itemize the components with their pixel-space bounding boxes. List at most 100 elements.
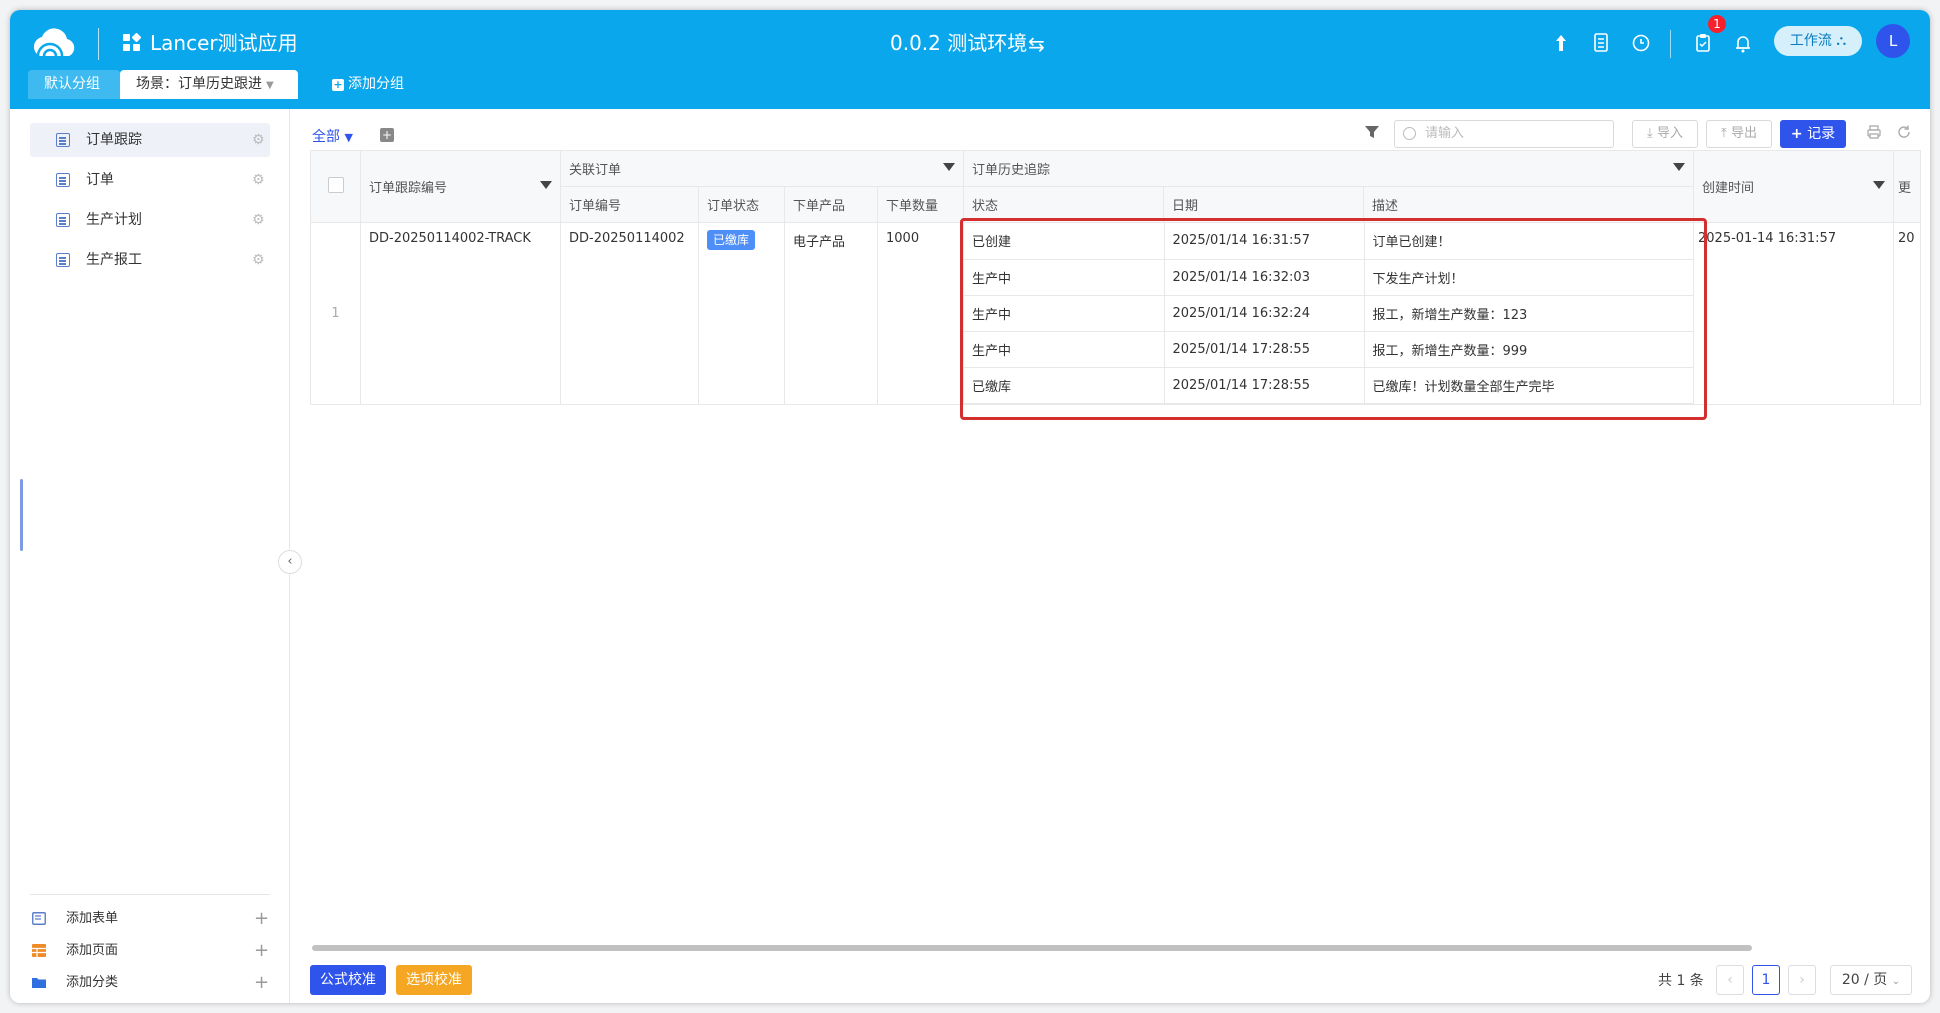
column-header-history-date[interactable]: 日期	[1163, 186, 1365, 223]
plus-icon[interactable]: +	[254, 937, 269, 965]
option-check-button[interactable]: 选项校准	[396, 965, 472, 995]
print-icon[interactable]	[1866, 124, 1882, 144]
history-status[interactable]: 已缴库	[964, 367, 1165, 404]
bell-icon[interactable]	[1730, 30, 1756, 56]
history-row[interactable]: 已缴库 2025/01/14 17:28:55 已缴库！计划数量全部生产完毕	[964, 367, 1693, 404]
history-desc[interactable]: 订单已创建！	[1364, 223, 1693, 260]
sidebar-scroll-indicator[interactable]	[20, 479, 23, 551]
history-date[interactable]: 2025/01/14 17:28:55	[1164, 367, 1365, 404]
table-row[interactable]: 1 DD-20250114002-TRACK DD-20250114002 已缴…	[310, 222, 1922, 405]
sidebar-item-order-tracking[interactable]: 订单跟踪 ⚙	[30, 123, 270, 157]
filter-icon[interactable]	[1364, 124, 1380, 144]
switch-environment-icon[interactable]: ⇆	[1028, 32, 1045, 56]
page-size-select[interactable]: 20 / 页 ⌄	[1830, 965, 1912, 995]
tab-scene[interactable]: 场景：订单历史跟进 ▼	[120, 70, 298, 99]
tab-scene-label: 场景：订单历史跟进	[136, 76, 262, 92]
sidebar-item-order[interactable]: 订单 ⚙	[30, 163, 270, 197]
caret-down-icon[interactable]	[943, 163, 956, 171]
total-count: 共 1 条	[1658, 973, 1704, 989]
task-clipboard-icon[interactable]	[1690, 30, 1716, 56]
cell-created-time[interactable]: 2025-01-14 16:31:57	[1693, 222, 1895, 405]
gear-icon[interactable]: ⚙	[252, 203, 265, 237]
history-row[interactable]: 生产中 2025/01/14 16:32:03 下发生产计划！	[964, 259, 1693, 296]
history-status[interactable]: 生产中	[964, 259, 1165, 296]
horizontal-scrollbar[interactable]	[312, 945, 1752, 951]
cell-quantity[interactable]: 1000	[876, 222, 965, 405]
plus-icon[interactable]: +	[254, 905, 269, 933]
search-input[interactable]: 请输入	[1394, 120, 1614, 148]
history-status[interactable]: 生产中	[964, 331, 1165, 368]
cell-history-subtable: 已创建 2025/01/14 16:31:57 订单已创建！ 生产中 2025/01/…	[963, 222, 1695, 405]
column-header-created-time[interactable]: 创建时间	[1693, 150, 1895, 223]
history-clock-icon[interactable]	[1628, 30, 1654, 56]
publish-arrow-icon[interactable]	[1548, 30, 1574, 56]
select-all-checkbox[interactable]	[327, 176, 344, 193]
history-row[interactable]: 生产中 2025/01/14 17:28:55 报工，新增生产数量：999	[964, 331, 1693, 368]
sidebar-item-production-plan[interactable]: 生产计划 ⚙	[30, 203, 270, 237]
form-icon	[56, 133, 70, 147]
column-group-related-order[interactable]: 关联订单	[559, 150, 965, 187]
formula-check-button[interactable]: 公式校准	[310, 965, 386, 995]
history-row[interactable]: 已创建 2025/01/14 16:31:57 订单已创建！	[964, 223, 1693, 260]
cloud-logo-icon[interactable]	[28, 26, 80, 62]
refresh-icon[interactable]	[1896, 124, 1912, 144]
column-header-history-status[interactable]: 状态	[963, 186, 1165, 223]
gear-icon[interactable]: ⚙	[252, 123, 265, 157]
column-header-more[interactable]: 更	[1893, 150, 1922, 223]
prev-page-button[interactable]: ‹	[1716, 965, 1744, 995]
history-row[interactable]: 生产中 2025/01/14 16:32:24 报工，新增生产数量：123	[964, 295, 1693, 332]
gear-icon[interactable]: ⚙	[252, 243, 265, 277]
history-desc[interactable]: 已缴库！计划数量全部生产完毕	[1364, 367, 1693, 404]
history-desc[interactable]: 报工，新增生产数量：999	[1364, 331, 1693, 368]
plus-icon[interactable]: +	[254, 969, 269, 997]
caret-down-icon: ▼	[344, 131, 353, 144]
history-status[interactable]: 已创建	[964, 223, 1165, 260]
gear-icon[interactable]: ⚙	[252, 163, 265, 197]
app-name[interactable]: Lancer测试应用	[150, 28, 298, 58]
add-record-button[interactable]: + 记录	[1780, 120, 1846, 148]
cell-product[interactable]: 电子产品	[784, 222, 878, 405]
add-page-button[interactable]: 添加页面 +	[32, 937, 270, 965]
history-date[interactable]: 2025/01/14 16:32:03	[1164, 259, 1365, 296]
history-date[interactable]: 2025/01/14 16:32:24	[1164, 295, 1365, 332]
add-group-button[interactable]: + 添加分组	[316, 70, 420, 99]
history-date[interactable]: 2025/01/14 17:28:55	[1164, 331, 1365, 368]
column-group-history[interactable]: 订单历史追踪	[963, 150, 1695, 187]
caret-down-icon[interactable]	[1673, 163, 1686, 171]
tab-default-group[interactable]: 默认分组	[28, 70, 120, 99]
column-header-order-no[interactable]: 订单编号	[560, 186, 699, 223]
sidebar-divider	[30, 894, 270, 895]
add-form-button[interactable]: 添加表单 +	[32, 905, 270, 933]
document-icon[interactable]	[1588, 30, 1614, 56]
view-selector[interactable]: 全部 ▼	[312, 126, 370, 152]
column-header-history-desc[interactable]: 描述	[1363, 186, 1695, 223]
column-header-order-status[interactable]: 订单状态	[698, 186, 785, 223]
collapse-sidebar-button[interactable]: ‹	[278, 550, 302, 574]
import-button[interactable]: ⤓ 导入	[1632, 120, 1698, 148]
cell-order-status[interactable]: 已缴库	[698, 222, 785, 405]
export-button[interactable]: ⤒ 导出	[1706, 120, 1772, 148]
column-header-quantity[interactable]: 下单数量	[876, 186, 965, 223]
add-view-icon[interactable]: +	[380, 128, 394, 142]
next-page-button[interactable]: ›	[1788, 965, 1816, 995]
history-desc[interactable]: 下发生产计划！	[1364, 259, 1693, 296]
workflow-button[interactable]: 工作流 ⛬	[1774, 26, 1862, 56]
user-avatar[interactable]: L	[1876, 24, 1910, 58]
caret-down-icon[interactable]	[540, 181, 552, 189]
history-status[interactable]: 生产中	[964, 295, 1165, 332]
history-desc[interactable]: 报工，新增生产数量：123	[1364, 295, 1693, 332]
cell-track-no[interactable]: DD-20250114002-TRACK	[360, 222, 561, 405]
sidebar-item-production-report[interactable]: 生产报工 ⚙	[30, 243, 270, 277]
chevron-down-icon[interactable]: ▼	[266, 80, 274, 91]
caret-down-icon[interactable]	[1873, 181, 1886, 189]
cell-order-no[interactable]: DD-20250114002	[560, 222, 699, 405]
environment-title[interactable]: 0.0.2 测试环境	[890, 28, 1027, 58]
add-category-button[interactable]: 添加分类 +	[32, 969, 270, 997]
history-date[interactable]: 2025/01/14 16:31:57	[1164, 223, 1365, 260]
column-header-product[interactable]: 下单产品	[784, 186, 878, 223]
page-number-button[interactable]: 1	[1752, 965, 1780, 995]
column-header-track-no[interactable]: 订单跟踪编号	[360, 150, 561, 223]
form-icon	[56, 253, 70, 267]
sidebar-item-label: 订单	[86, 172, 114, 188]
cell-more[interactable]: 20	[1893, 222, 1922, 405]
